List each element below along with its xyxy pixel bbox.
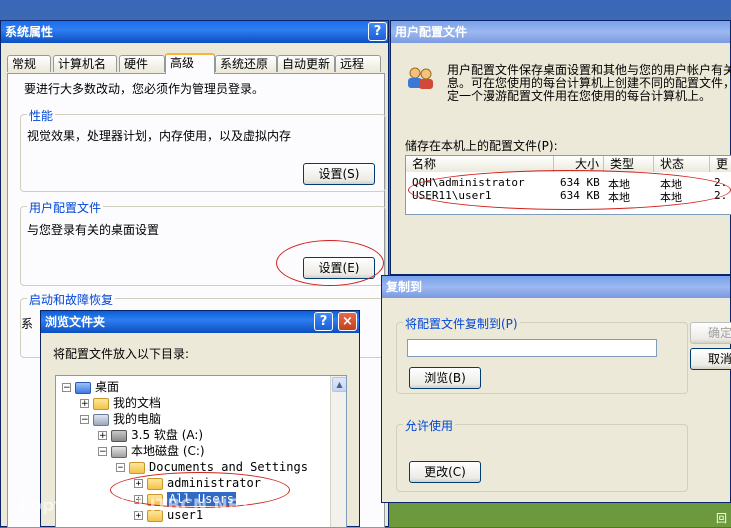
column-type[interactable]: 类型 (604, 156, 654, 172)
stored-profiles-label: 储存在本机上的配置文件(P): (405, 139, 558, 153)
column-modified[interactable]: 更 (710, 156, 731, 172)
admin-note: 要进行大多数改动，您必须作为管理员登录。 (24, 82, 265, 96)
change-button[interactable]: 更改(C) (409, 461, 481, 483)
tab-hardware[interactable]: 硬件 (119, 55, 165, 72)
tab-computer-name[interactable]: 计算机名 (53, 55, 117, 72)
tree-item-desktop[interactable]: − 桌面 (62, 379, 119, 395)
tree-item-local-disk[interactable]: − 本地磁盘 (C:) (98, 443, 205, 459)
tree-scrollbar[interactable]: ▲ (330, 376, 346, 527)
tree-item-label: 我的文档 (113, 396, 162, 410)
profile-desc-line-3: 定一个漫游配置文件用在您使用的每台计算机上。 (447, 89, 712, 103)
tab-advanced[interactable]: 高级 (165, 53, 215, 74)
folder-icon (129, 461, 145, 474)
corner-text: 回 (716, 512, 727, 525)
user-profiles-titlebar[interactable]: 用户配置文件 (391, 21, 730, 43)
window-title: 用户配置文件 (395, 25, 468, 39)
permitted-users-label: 允许使用 (403, 417, 456, 434)
tree-item-my-documents[interactable]: + 我的文档 (80, 395, 161, 411)
copy-path-input[interactable] (407, 339, 657, 357)
user-profiles-window: 用户配置文件 用户配置文件保存桌面设置和其他与您的用户帐户有关 息。可在您使用的… (390, 20, 731, 275)
column-status[interactable]: 状态 (654, 156, 710, 172)
tree-item-label: 桌面 (95, 380, 120, 394)
tree-item-label: 3.5 软盘 (A:) (131, 428, 204, 442)
tree-item-label: 本地磁盘 (C:) (131, 444, 205, 458)
tab-system-restore[interactable]: 系统还原 (215, 55, 277, 72)
highlight-oval-settings (276, 240, 384, 286)
hard-drive-icon (111, 445, 127, 458)
computer-icon (93, 413, 109, 426)
performance-settings-button[interactable]: 设置(S) (303, 163, 375, 185)
expand-icon[interactable]: + (98, 431, 107, 441)
tree-item-label: 我的电脑 (113, 412, 162, 426)
highlight-oval-profiles (408, 170, 731, 210)
copy-to-window: 复制到 将配置文件复制到(P) 浏览(B) 允许使用 更改(C) 确定 取消 (381, 275, 731, 503)
tree-item-floppy[interactable]: +3.5 软盘 (A:) (98, 427, 203, 443)
ok-button[interactable]: 确定 (690, 322, 731, 344)
copy-to-titlebar[interactable]: 复制到 (382, 276, 730, 298)
help-button[interactable]: ? (368, 22, 387, 41)
collapse-icon[interactable]: − (62, 383, 71, 393)
copy-target-label: 将配置文件复制到(P) (403, 315, 520, 332)
browse-button[interactable]: 浏览(B) (409, 367, 481, 389)
collapse-icon[interactable]: − (80, 415, 89, 425)
close-button[interactable]: × (338, 312, 357, 331)
desktop-icon (75, 381, 91, 394)
performance-desc: 视觉效果，处理器计划，内存使用，以及虚拟内存 (27, 129, 292, 143)
cancel-button[interactable]: 取消 (690, 348, 731, 370)
users-icon (405, 67, 435, 89)
system-properties-titlebar[interactable]: 系统属性 (1, 21, 388, 43)
window-title: 复制到 (386, 280, 423, 294)
window-title: 系统属性 (5, 25, 54, 39)
collapse-icon[interactable]: − (116, 463, 125, 473)
watermark: Copyright (c) ITBCN.NET (18, 496, 251, 516)
startup-recovery-partial: 系 (21, 317, 34, 331)
scroll-up-icon[interactable]: ▲ (332, 377, 346, 392)
window-title: 浏览文件夹 (45, 315, 106, 329)
performance-label: 性能 (27, 107, 56, 124)
collapse-icon[interactable]: − (98, 447, 107, 457)
copy-target-group: 将配置文件复制到(P) 浏览(B) (396, 315, 688, 394)
tab-auto-update[interactable]: 自动更新 (277, 55, 335, 72)
help-button[interactable]: ? (314, 312, 333, 331)
browse-prompt: 将配置文件放入以下目录: (53, 347, 190, 361)
user-profiles-label: 用户配置文件 (27, 199, 104, 216)
user-profiles-desc: 与您登录有关的桌面设置 (27, 223, 160, 237)
permitted-users-group: 允许使用 更改(C) (396, 417, 688, 492)
tree-item-my-computer[interactable]: − 我的电脑 (80, 411, 161, 427)
tab-remote[interactable]: 远程 (335, 55, 381, 72)
browse-folder-titlebar[interactable]: 浏览文件夹 (41, 311, 359, 333)
startup-recovery-label: 启动和故障恢复 (27, 291, 116, 308)
floppy-icon (111, 429, 127, 442)
expand-icon[interactable]: + (80, 399, 89, 409)
performance-group: 性能 视觉效果，处理器计划，内存使用，以及虚拟内存 设置(S) (20, 107, 386, 192)
documents-icon (93, 397, 109, 410)
tab-general[interactable]: 常规 (7, 55, 51, 72)
